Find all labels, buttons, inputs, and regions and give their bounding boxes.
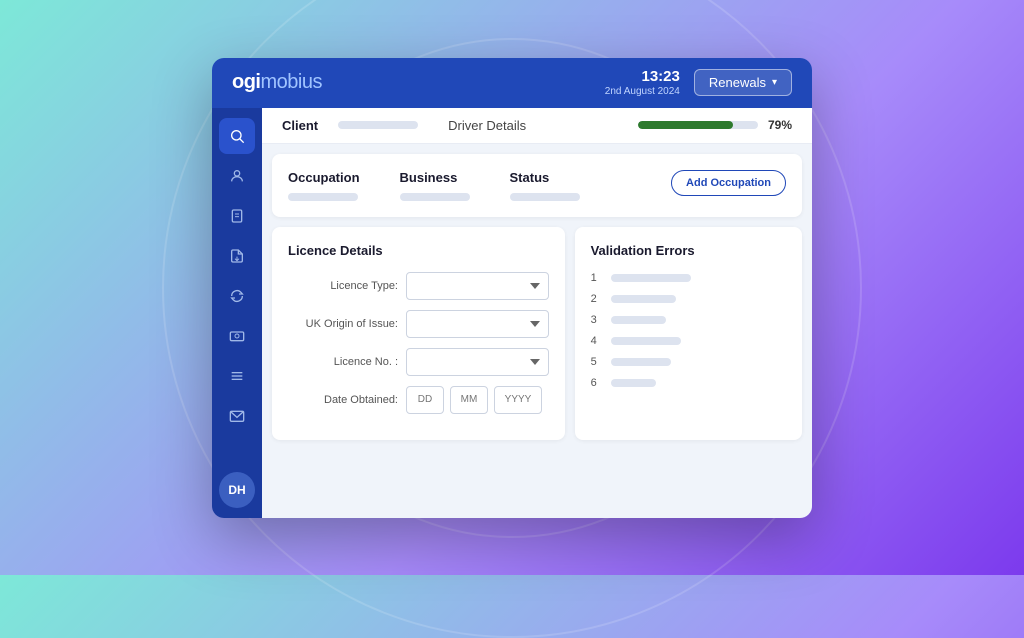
search-icon — [229, 128, 245, 144]
val-num-5: 5 — [591, 356, 603, 368]
app-header: ogi mobius 13:23 2nd August 2024 Renewal… — [212, 58, 812, 108]
date-fields — [406, 386, 542, 414]
avatar-initials: DH — [228, 483, 245, 497]
date-obtained-label: Date Obtained: — [288, 394, 398, 406]
licence-panel-title: Licence Details — [288, 243, 549, 258]
date-mm-input[interactable] — [450, 386, 488, 414]
occupation-label: Occupation — [288, 170, 360, 185]
app-body: DH Client Driver Details 79% — [212, 108, 812, 518]
logo-ogi: ogi — [232, 71, 261, 94]
val-bar-3 — [611, 316, 666, 324]
val-bar-5 — [611, 358, 671, 366]
lower-section: Licence Details Licence Type: UK Origin … — [272, 227, 802, 440]
licence-no-row: Licence No. : — [288, 348, 549, 376]
sidebar-item-list[interactable] — [219, 358, 255, 394]
progress-section: 79% — [638, 118, 792, 132]
sidebar: DH — [212, 108, 262, 518]
val-num-2: 2 — [591, 293, 603, 305]
sidebar-item-export[interactable] — [219, 238, 255, 274]
breadcrumb-client: Client — [282, 118, 318, 133]
status-value — [510, 193, 580, 201]
occupation-value — [288, 193, 358, 201]
occupation-columns: Occupation Business Status — [288, 170, 580, 201]
occ-col-status: Status — [510, 170, 580, 201]
breadcrumb-driver: Driver Details — [448, 118, 526, 133]
date-dd-input[interactable] — [406, 386, 444, 414]
occupation-panel: Occupation Business Status A — [272, 154, 802, 217]
money-icon — [229, 328, 245, 344]
person-icon — [229, 168, 245, 184]
sidebar-item-money[interactable] — [219, 318, 255, 354]
app-logo: ogi mobius — [232, 71, 322, 94]
licence-type-select[interactable] — [406, 272, 549, 300]
breadcrumb-bar: Client Driver Details 79% — [262, 108, 812, 144]
business-label: Business — [400, 170, 470, 185]
business-value — [400, 193, 470, 201]
occ-col-business: Business — [400, 170, 470, 201]
sidebar-item-document[interactable] — [219, 198, 255, 234]
sidebar-item-refresh[interactable] — [219, 278, 255, 314]
add-occupation-button[interactable]: Add Occupation — [671, 170, 786, 196]
sidebar-item-search[interactable] — [219, 118, 255, 154]
val-num-6: 6 — [591, 377, 603, 389]
val-bar-6 — [611, 379, 656, 387]
envelope-icon — [229, 408, 245, 424]
licence-no-select[interactable] — [406, 348, 549, 376]
licence-no-label: Licence No. : — [288, 356, 398, 368]
sidebar-item-envelope[interactable] — [219, 398, 255, 434]
header-date: 2nd August 2024 — [605, 86, 680, 97]
sidebar-avatar[interactable]: DH — [219, 472, 255, 508]
progress-percentage: 79% — [768, 118, 792, 132]
val-num-4: 4 — [591, 335, 603, 347]
renewals-label: Renewals — [709, 75, 766, 90]
header-right: 13:23 2nd August 2024 Renewals ▾ — [605, 68, 792, 97]
chevron-down-icon: ▾ — [772, 77, 777, 88]
client-name-placeholder — [338, 121, 418, 129]
date-yyyy-input[interactable] — [494, 386, 542, 414]
val-bar-2 — [611, 295, 676, 303]
occupation-section: Occupation Business Status A — [288, 170, 786, 201]
validation-row-3: 3 — [591, 314, 786, 326]
renewals-button[interactable]: Renewals ▾ — [694, 69, 792, 96]
logo-mobius: mobius — [261, 71, 322, 94]
occ-col-occupation: Occupation — [288, 170, 360, 201]
refresh-icon — [229, 288, 245, 304]
validation-row-2: 2 — [591, 293, 786, 305]
sidebar-item-person[interactable] — [219, 158, 255, 194]
licence-panel: Licence Details Licence Type: UK Origin … — [272, 227, 565, 440]
validation-row-6: 6 — [591, 377, 786, 389]
document-icon — [229, 208, 245, 224]
validation-row-1: 1 — [591, 272, 786, 284]
origin-issue-label: UK Origin of Issue: — [288, 318, 398, 330]
header-time: 13:23 2nd August 2024 — [605, 68, 680, 97]
list-icon — [229, 368, 245, 384]
licence-type-row: Licence Type: — [288, 272, 549, 300]
val-num-1: 1 — [591, 272, 603, 284]
add-occupation-label: Add Occupation — [686, 177, 771, 189]
progress-bar-container — [638, 121, 758, 129]
file-export-icon — [229, 248, 245, 264]
validation-row-4: 4 — [591, 335, 786, 347]
main-content: Client Driver Details 79% Occupation — [262, 108, 812, 518]
origin-issue-select[interactable] — [406, 310, 549, 338]
val-num-3: 3 — [591, 314, 603, 326]
val-bar-1 — [611, 274, 691, 282]
licence-type-label: Licence Type: — [288, 280, 398, 292]
val-bar-4 — [611, 337, 681, 345]
date-obtained-row: Date Obtained: — [288, 386, 549, 414]
status-label: Status — [510, 170, 580, 185]
header-time-main: 13:23 — [605, 68, 680, 86]
validation-panel-title: Validation Errors — [591, 243, 786, 258]
validation-row-5: 5 — [591, 356, 786, 368]
app-window: ogi mobius 13:23 2nd August 2024 Renewal… — [212, 58, 812, 518]
progress-bar-fill — [638, 121, 733, 129]
origin-issue-row: UK Origin of Issue: — [288, 310, 549, 338]
validation-panel: Validation Errors 1 2 3 4 — [575, 227, 802, 440]
